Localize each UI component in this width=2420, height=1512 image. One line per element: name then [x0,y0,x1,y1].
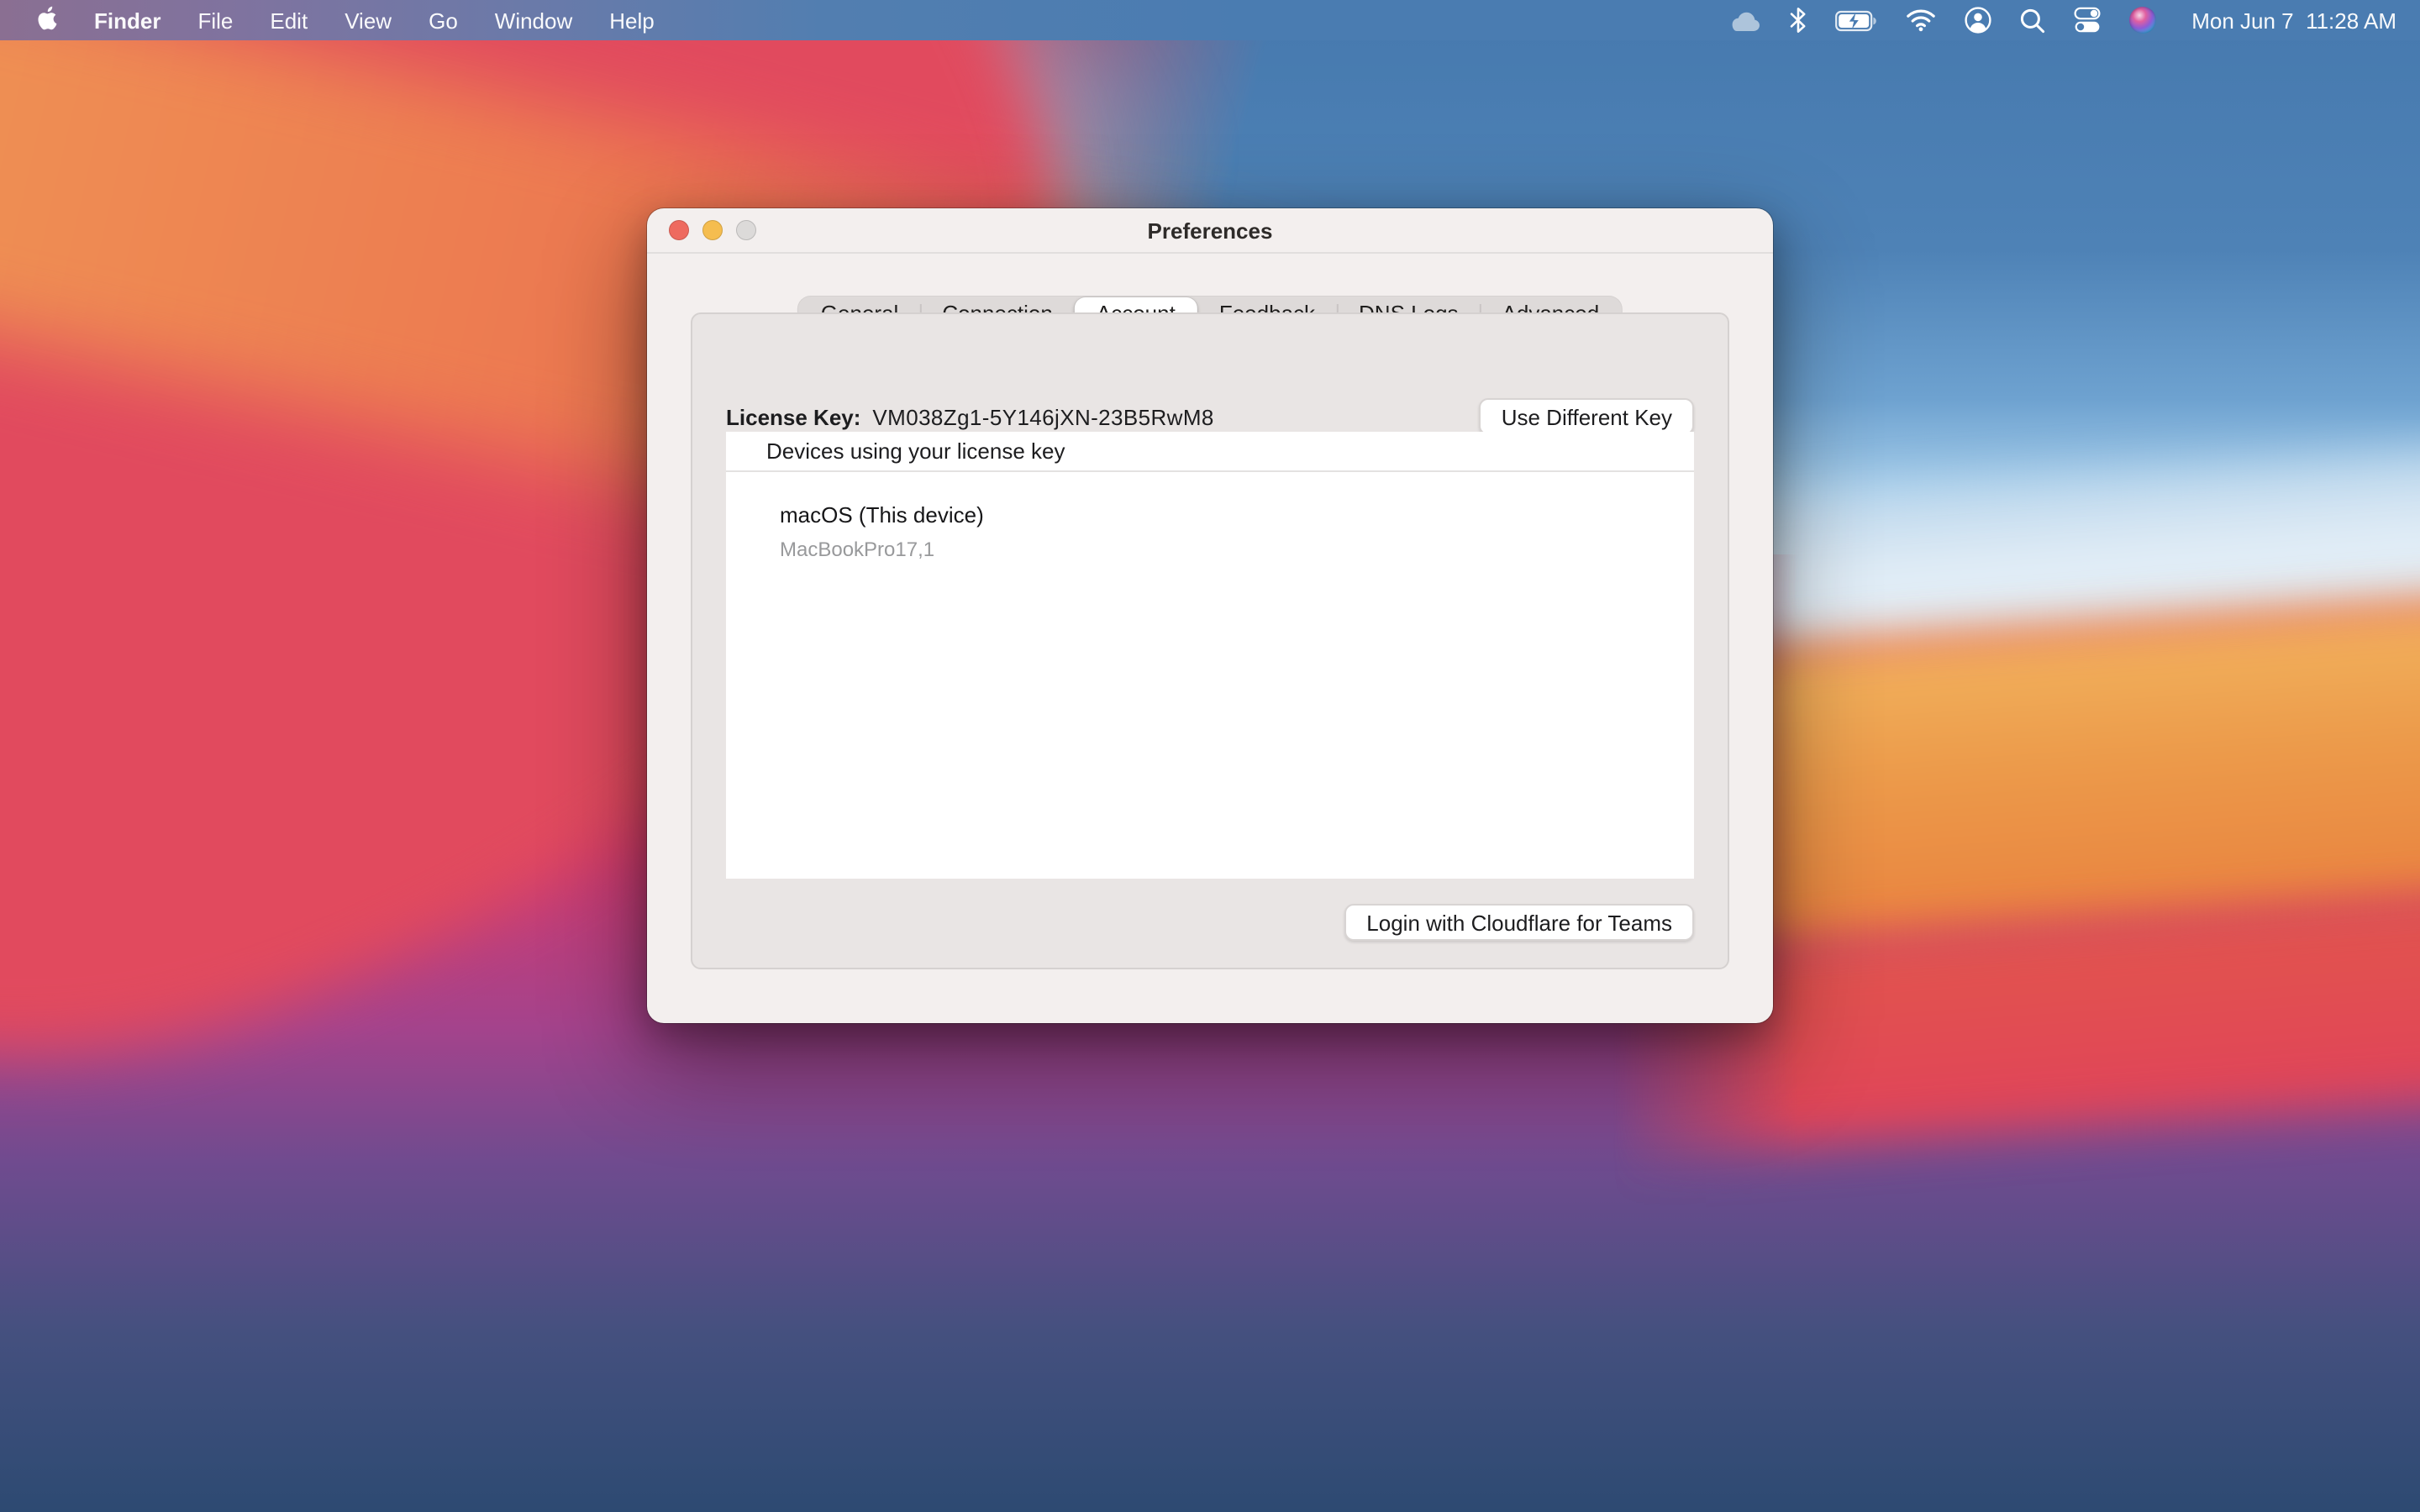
devices-list: Devices using your license key macOS (Th… [726,432,1694,879]
apple-icon [35,4,57,36]
menu-bar-clock[interactable]: Mon Jun 7 11:28 AM [2191,8,2396,33]
devices-list-header: Devices using your license key [726,432,1694,472]
menu-bar: Finder File Edit View Go Window Help [0,0,2420,40]
menu-finder[interactable]: Finder [76,0,179,40]
menu-view[interactable]: View [326,0,410,40]
menu-file[interactable]: File [179,0,251,40]
window-titlebar[interactable]: Preferences [647,208,1773,254]
menu-edit[interactable]: Edit [251,0,326,40]
menu-bar-left: Finder File Edit View Go Window Help [0,0,673,40]
device-model: MacBookPro17,1 [780,536,1694,563]
close-button[interactable] [669,220,689,240]
menu-help[interactable]: Help [591,0,673,40]
control-center-icon[interactable] [2074,7,2101,34]
bluetooth-icon[interactable] [1790,7,1807,34]
menu-go[interactable]: Go [410,0,476,40]
siri-orb [2129,7,2156,34]
use-different-key-button[interactable]: Use Different Key [1480,398,1694,435]
account-tab-panel: License Key: VM038Zg1-5Y146jXN-23B5RwM8 … [691,312,1729,969]
user-account-icon[interactable] [1965,7,1991,34]
siri-icon[interactable] [2129,7,2156,34]
menu-bar-status-area: Mon Jun 7 11:28 AM [1729,0,2420,40]
license-key-value: VM038Zg1-5Y146jXN-23B5RwM8 [872,404,1213,429]
device-name: macOS (This device) [780,499,1694,533]
device-row[interactable]: macOS (This device) MacBookPro17,1 [726,472,1694,563]
zoom-button-disabled [736,220,756,240]
wifi-icon[interactable] [1906,8,1936,32]
spotlight-search-icon[interactable] [2020,8,2045,33]
screen: Finder File Edit View Go Window Help [0,0,2420,1512]
license-key-row: License Key: VM038Zg1-5Y146jXN-23B5RwM8 … [726,398,1694,435]
traffic-lights [669,208,756,252]
window-title: Preferences [647,218,1773,243]
menu-window[interactable]: Window [476,0,592,40]
preferences-window: Preferences General Connection Account F… [647,208,1773,1023]
teams-login-button[interactable]: Login with Cloudflare for Teams [1344,904,1694,941]
cloudflare-warp-icon[interactable] [1729,9,1761,31]
battery-charging-icon[interactable] [1835,9,1877,31]
minimize-button[interactable] [702,220,723,240]
license-key-label: License Key: [726,404,860,429]
apple-menu[interactable] [17,0,76,40]
